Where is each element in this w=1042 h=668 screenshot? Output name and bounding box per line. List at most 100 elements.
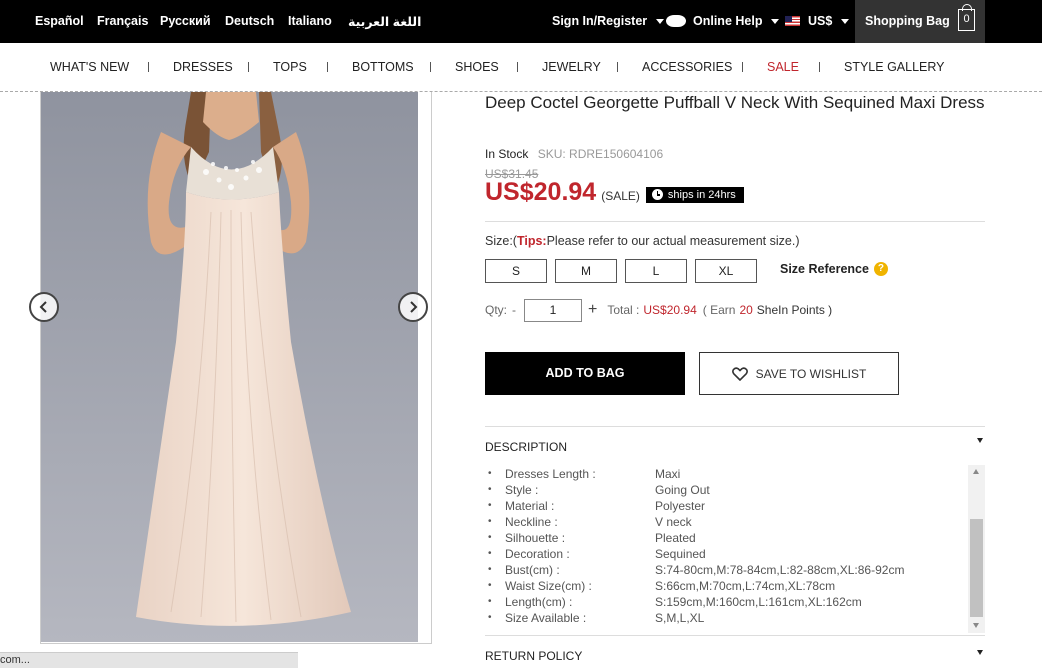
nav-item-whats-new[interactable]: WHAT'S NEW xyxy=(50,60,129,74)
clock-icon xyxy=(651,189,663,200)
online-help-dropdown[interactable]: Online Help xyxy=(666,14,780,28)
bullet-icon: • xyxy=(488,532,492,543)
expand-icon[interactable] xyxy=(977,650,983,655)
chevron-left-icon xyxy=(39,301,47,313)
size-reference-label: Size Reference xyxy=(780,262,869,276)
divider xyxy=(485,426,985,427)
size-reference-link[interactable]: Size Reference ? xyxy=(780,262,888,276)
scroll-down-icon[interactable] xyxy=(973,623,979,628)
previous-image-button[interactable] xyxy=(29,292,59,322)
description-key: Dresses Length : xyxy=(505,467,596,481)
description-list: • Dresses Length : Maxi • Style : Going Out • M… xyxy=(488,466,968,631)
stock-status: In Stock xyxy=(485,147,529,161)
language-link-es[interactable]: Español xyxy=(35,14,84,28)
description-value: S:66cm,M:70cm,L:74cm,XL:78cm xyxy=(655,579,836,593)
bullet-icon: • xyxy=(488,516,492,527)
bullet-icon: • xyxy=(488,612,492,623)
shopping-bag-icon: 0 xyxy=(958,4,975,31)
description-value: Maxi xyxy=(655,467,681,481)
description-key: Bust(cm) : xyxy=(505,563,560,577)
earn-points: 20 xyxy=(739,303,753,317)
description-value: Polyester xyxy=(655,499,706,513)
nav-divider xyxy=(819,62,820,72)
chevron-right-icon xyxy=(410,301,418,313)
description-row: • Bust(cm) : S:74-80cm,M:78-84cm,L:82-88cm… xyxy=(488,562,968,578)
language-link-ru[interactable]: Русский xyxy=(160,14,211,28)
description-key: Neckline : xyxy=(505,515,558,529)
description-row: • Decoration : Sequined xyxy=(488,546,968,562)
description-value: S,M,L,XL xyxy=(655,611,705,625)
scroll-thumb[interactable] xyxy=(970,519,983,617)
qty-minus-button[interactable]: - xyxy=(512,303,516,317)
divider xyxy=(485,635,985,636)
description-key: Style : xyxy=(505,483,539,497)
earn-prefix: ( Earn xyxy=(702,303,736,317)
description-row: • Waist Size(cm) : S:66cm,M:70cm,L:74cm,XL… xyxy=(488,578,968,594)
nav-divider xyxy=(430,62,431,72)
add-to-bag-button[interactable]: ADD TO BAG xyxy=(485,352,685,395)
heart-icon xyxy=(731,366,748,381)
nav-item-bottoms[interactable]: BOTTOMS xyxy=(352,60,414,74)
description-value: Going Out xyxy=(655,483,710,497)
product-title: Deep Coctel Georgette Puffball V Neck Wi… xyxy=(485,93,985,112)
collapse-icon[interactable] xyxy=(977,438,983,443)
language-link-it[interactable]: Italiano xyxy=(288,14,332,28)
divider xyxy=(485,221,985,222)
earn-suffix: SheIn Points ) xyxy=(756,303,833,317)
size-label: Size:(Tips:Please refer to our actual me… xyxy=(485,234,800,248)
stock-info: In Stock SKU: RDRE150604106 xyxy=(485,147,663,161)
size-option-m[interactable]: M xyxy=(555,259,617,283)
nav-item-shoes[interactable]: SHOES xyxy=(455,60,499,74)
nav-item-jewelry[interactable]: JEWELRY xyxy=(542,60,601,74)
bullet-icon: • xyxy=(488,484,492,495)
currency-dropdown[interactable]: US$ xyxy=(785,14,850,28)
nav-item-accessories[interactable]: ACCESSORIES xyxy=(642,60,732,74)
nav-item-tops[interactable]: TOPS xyxy=(273,60,307,74)
description-key: Silhouette : xyxy=(505,531,566,545)
size-option-xl[interactable]: XL xyxy=(695,259,757,283)
us-flag-icon xyxy=(785,16,800,26)
nav-item-dresses[interactable]: DRESSES xyxy=(173,60,233,74)
return-policy-heading[interactable]: RETURN POLICY xyxy=(485,649,582,663)
language-link-de[interactable]: Deutsch xyxy=(225,14,274,28)
description-key: Decoration : xyxy=(505,547,570,561)
sku-label: SKU: RDRE150604106 xyxy=(537,147,664,161)
description-scrollbar[interactable] xyxy=(968,465,985,633)
description-value: V neck xyxy=(655,515,692,529)
nav-divider xyxy=(327,62,328,72)
main-nav: WHAT'S NEW DRESSES TOPS BOTTOMS SHOES JE… xyxy=(0,43,1042,92)
description-key: Material : xyxy=(505,499,555,513)
description-key: Size Available : xyxy=(505,611,587,625)
currency-label: US$ xyxy=(808,14,833,28)
price-row: US$20.94 (SALE) ships in 24hrs xyxy=(485,178,744,207)
shipping-badge-label: ships in 24hrs xyxy=(667,188,736,201)
description-value: S:159cm,M:160cm,L:161cm,XL:162cm xyxy=(655,595,862,609)
quantity-input[interactable]: 1 xyxy=(524,298,583,322)
language-link-ar[interactable]: اللغة العربية xyxy=(348,14,421,29)
size-option-s[interactable]: S xyxy=(485,259,547,283)
language-link-fr[interactable]: Français xyxy=(97,14,148,28)
sign-in-dropdown[interactable]: Sign In/Register xyxy=(552,14,665,28)
bullet-icon: • xyxy=(488,548,492,559)
sign-in-label: Sign In/Register xyxy=(552,14,648,28)
nav-divider xyxy=(248,62,249,72)
nav-divider xyxy=(617,62,618,72)
size-option-l[interactable]: L xyxy=(625,259,687,283)
shipping-badge: ships in 24hrs xyxy=(645,186,744,203)
browser-status-bar: com... xyxy=(0,652,298,668)
save-to-wishlist-button[interactable]: SAVE TO WISHLIST xyxy=(699,352,899,395)
next-image-button[interactable] xyxy=(398,292,428,322)
description-heading[interactable]: DESCRIPTION xyxy=(485,440,567,454)
qty-plus-button[interactable]: + xyxy=(588,301,597,319)
nav-item-style-gallery[interactable]: STYLE GALLERY xyxy=(844,60,945,74)
bullet-icon: • xyxy=(488,596,492,607)
scroll-up-icon[interactable] xyxy=(973,469,979,474)
description-row: • Dresses Length : Maxi xyxy=(488,466,968,482)
shopping-bag-button[interactable]: Shopping Bag 0 xyxy=(855,0,985,43)
chevron-down-icon xyxy=(656,18,665,24)
description-row: • Neckline : V neck xyxy=(488,514,968,530)
product-photo[interactable] xyxy=(41,92,418,642)
description-value: S:74-80cm,M:78-84cm,L:82-88cm,XL:86-92cm xyxy=(655,563,905,577)
nav-item-sale[interactable]: SALE xyxy=(767,60,799,74)
bullet-icon: • xyxy=(488,500,492,511)
